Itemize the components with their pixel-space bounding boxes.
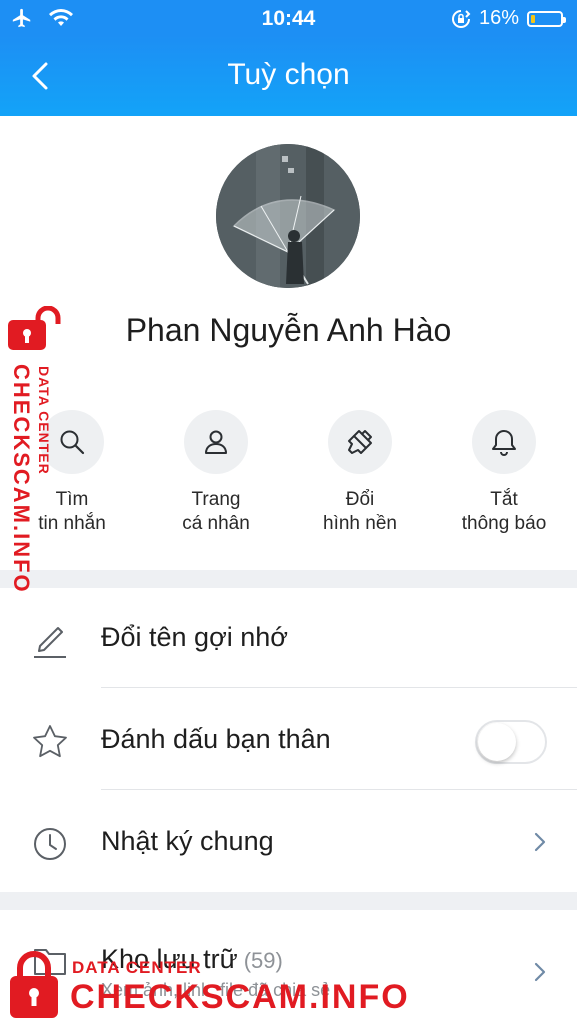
section-separator xyxy=(0,570,577,588)
watermark-side-small: DATA CENTER xyxy=(36,366,52,475)
action-label: Tắt thông báo xyxy=(462,488,547,536)
star-icon xyxy=(33,725,67,758)
action-profile-page[interactable]: Trang cá nhân xyxy=(144,410,288,536)
watermark-bottom: DATA CENTER CHECKSCAM.INFO xyxy=(6,944,408,1024)
chevron-right-icon xyxy=(534,962,546,982)
paint-brush-icon xyxy=(348,430,372,454)
action-label-line1: Trang xyxy=(191,489,241,510)
action-label-line2: hình nền xyxy=(323,513,397,534)
profile-name: Phan Nguyễn Anh Hào xyxy=(125,312,452,348)
rename-row[interactable]: Đổi tên gợi nhớ xyxy=(0,588,577,688)
best-friend-toggle[interactable] xyxy=(475,720,547,764)
best-friend-label: Đánh dấu bạn thân xyxy=(101,724,331,754)
page-title: Tuỳ chọn xyxy=(227,58,350,91)
action-mute-notifications[interactable]: Tắt thông báo xyxy=(432,410,576,536)
person-icon xyxy=(205,430,227,454)
best-friend-row: Đánh dấu bạn thân xyxy=(0,690,577,790)
section-separator xyxy=(0,892,577,910)
battery-icon xyxy=(527,10,566,27)
status-bar: 10:44 16% xyxy=(0,0,577,36)
watermark-bottom-brand: CHECKSCAM.INFO xyxy=(70,978,410,1016)
watermark-bottom-small: DATA CENTER xyxy=(72,958,202,977)
row-divider xyxy=(101,789,577,790)
action-label-line1: Đổi xyxy=(345,489,375,510)
action-circle xyxy=(328,410,392,474)
shared-diary-row[interactable]: Nhật ký chung xyxy=(0,792,577,892)
action-circle xyxy=(184,410,248,474)
shared-diary-label: Nhật ký chung xyxy=(101,826,274,856)
toggle-knob xyxy=(478,723,516,761)
action-label-line1: Tắt xyxy=(490,489,518,510)
nav-bar: Tuỳ chọn xyxy=(0,36,577,116)
row-divider xyxy=(101,687,577,688)
action-label-line2: thông báo xyxy=(461,513,547,534)
avatar-umbrella-photo xyxy=(216,144,360,288)
rename-label: Đổi tên gợi nhớ xyxy=(101,622,289,652)
watermark-side-brand: CHECKSCAM.INFO xyxy=(9,364,34,594)
profile-section: Phan Nguyễn Anh Hào Tìm tin nhắn Trang c… xyxy=(0,116,577,570)
battery-level xyxy=(531,14,536,23)
quick-actions: Tìm tin nhắn Trang cá nhân Đổi hình nền … xyxy=(0,410,577,536)
action-circle xyxy=(472,410,536,474)
action-label: Đổi hình nền xyxy=(323,488,397,536)
lock-icon xyxy=(8,306,61,350)
action-change-wallpaper[interactable]: Đổi hình nền xyxy=(288,410,432,536)
lock-icon xyxy=(10,951,58,1018)
bell-icon xyxy=(492,430,516,456)
chevron-right-icon xyxy=(534,832,546,852)
action-label: Trang cá nhân xyxy=(182,488,250,536)
action-label-line2: cá nhân xyxy=(182,513,250,534)
rotation-lock-icon xyxy=(452,9,471,28)
watermark-side: CHECKSCAM.INFO DATA CENTER xyxy=(2,306,66,594)
battery-percent: 16% xyxy=(478,7,519,29)
pencil-icon xyxy=(34,627,66,658)
avatar[interactable] xyxy=(216,144,360,288)
clock-icon xyxy=(34,828,66,860)
